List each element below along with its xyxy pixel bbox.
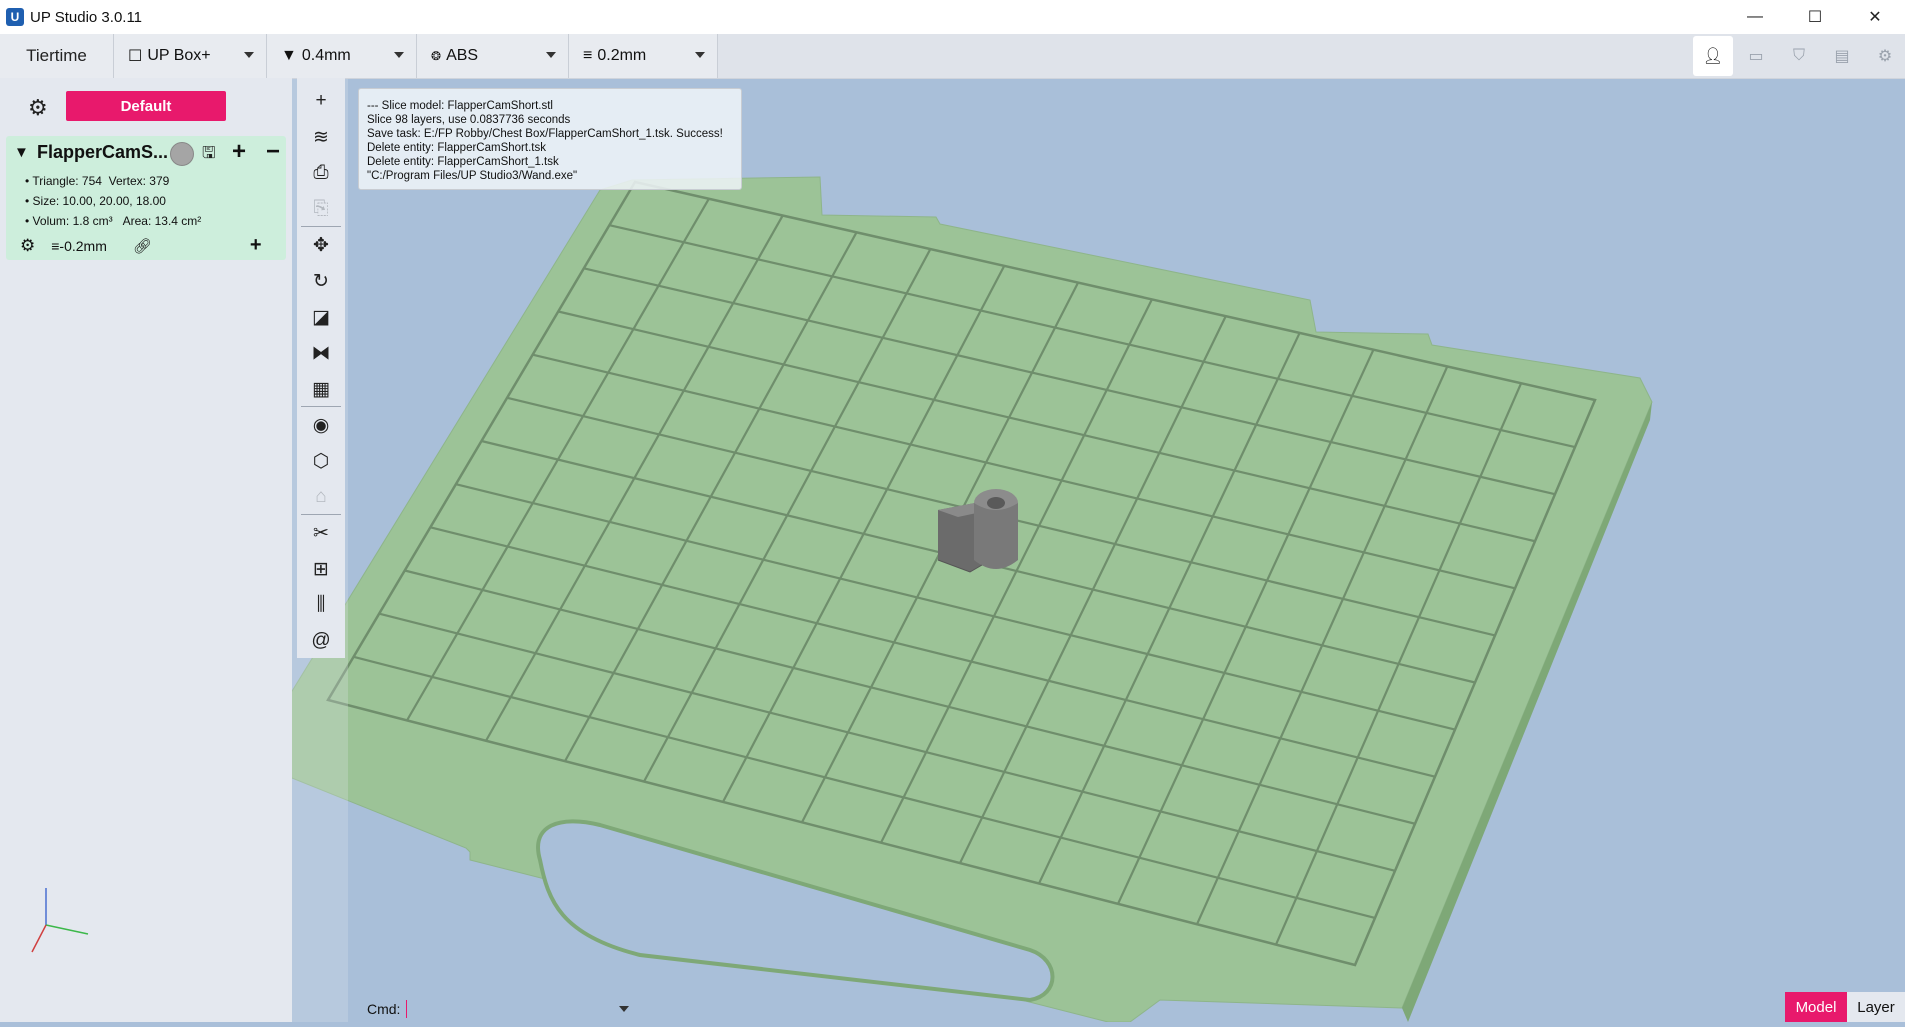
mirror-icon[interactable]: ⧓ [297,336,345,370]
top-toolbar: Tiertime ☐ UP Box+ ▼ 0.4mm ❂ ABS ≡ 0.2mm… [0,34,1905,79]
model-card[interactable]: ▼ FlapperCamS... 🖫︎ + − • Triangle: 754 … [6,136,286,260]
view-icon[interactable]: ◉ [297,408,345,442]
log-panel: --- Slice model: FlapperCamShort.stl Slic… [358,88,742,190]
toolbar-divider [301,226,341,227]
preview-icon[interactable]: ⎙ [297,156,345,190]
printer-icon: ☐ [128,48,143,65]
gear-icon[interactable]: ⚙ [28,95,48,121]
log-line: Delete entity: FlapperCamShort.tsk [367,142,546,154]
layer-select[interactable]: ≡ 0.2mm [568,34,718,78]
raft-icon[interactable]: ⫼ [297,588,345,622]
chevron-down-icon [695,52,705,58]
move-icon[interactable]: ✥ [297,228,345,262]
model-area: Area: 13.4 cm² [122,214,202,228]
maximize-button[interactable]: ☐ [1785,0,1845,34]
cube-icon[interactable]: ⬡ [297,444,345,478]
document-icon[interactable]: ▤ [1822,36,1862,76]
model-size-line: • Size: 10.00, 20.00, 18.00 [25,194,166,208]
log-line: Slice 98 layers, use 0.0837736 seconds [367,114,571,126]
model-name: FlapperCamS... [37,142,169,162]
side-toolbar: + ≋ ⎙ ⎘ ✥ ↻ ◪ ⧓ ▦ ◉ ⬡ ⌂ ✂ ⊞ ⫼ @ [297,78,345,658]
add-setting-icon[interactable]: + [250,234,262,257]
cmd-input[interactable] [406,1000,617,1018]
model-size: Size: 10.00, 20.00, 18.00 [32,194,166,208]
material-icon: ❂ [431,49,442,63]
close-button[interactable]: ✕ [1845,0,1905,34]
app-logo-icon: U [6,8,24,26]
bullet: • [25,194,33,208]
model-stats-line: • Triangle: 754 Vertex: 379 [25,174,169,188]
scale-icon[interactable]: ◪ [297,300,345,334]
chevron-down-icon [394,52,404,58]
window-controls: — ☐ ✕ [1725,0,1905,34]
model-volume: Volum: 1.8 cm³ [32,214,113,228]
add-icon[interactable]: + [232,138,246,166]
view-tabs: Model Layer [1785,992,1905,1022]
save-icon[interactable]: 🖫︎ [202,142,216,169]
window-title: UP Studio 3.0.11 [30,8,143,26]
layers-icon[interactable]: ≋ [297,120,345,154]
brand-menu[interactable]: Tiertime [0,34,113,78]
arrange-icon[interactable]: ⊞ [297,552,345,586]
cmd-label: Cmd: [367,1001,401,1017]
minimize-button[interactable]: — [1725,0,1785,34]
shirt-icon[interactable]: ⛉ [1779,36,1819,76]
tab-layer[interactable]: Layer [1847,992,1905,1022]
log-line: "C:/Program Files/UP Studio3/Wand.exe" [367,170,578,182]
model-settings-row: ⚙ ≡-0.2mm 🔗︎ + [20,234,262,257]
toolbar-right-icons: 👤︎ ▭ ⛉ ▤ ⚙ [1690,34,1905,78]
model-settings-icon[interactable]: ⚙ [20,236,35,256]
rotate-icon[interactable]: ↻ [297,264,345,298]
model-layer-setting[interactable]: ≡-0.2mm [51,238,107,254]
triangle-count: Triangle: 754 [32,174,102,188]
toolbar-divider [301,406,341,407]
nozzle-icon: ▼ [281,47,297,64]
model-color-swatch[interactable] [170,142,194,166]
printer-icon[interactable]: ▭ [1736,36,1776,76]
tab-model[interactable]: Model [1785,992,1847,1022]
support-icon[interactable]: ⌂ [297,480,345,514]
axis-gizmo [31,888,89,953]
repair-icon[interactable]: ✂ [297,516,345,550]
chevron-down-icon [244,52,254,58]
settings-icon[interactable]: ⚙ [1865,36,1905,76]
layer-icon: ≡ [583,47,593,64]
printer-select[interactable]: ☐ UP Box+ [113,34,266,78]
place-icon[interactable]: ▦ [297,372,345,406]
add-icon[interactable]: + [297,84,345,118]
material-value: ABS [446,47,479,64]
title-bar: U UP Studio 3.0.11 — ☐ ✕ [0,0,1905,34]
remove-icon[interactable]: − [266,138,280,166]
material-select[interactable]: ❂ ABS [416,34,568,78]
toolbar-divider [301,514,341,515]
bullet: • [25,214,33,228]
layer-value: 0.2mm [597,47,647,64]
print-icon[interactable]: ⎘ [297,192,345,226]
user-icon[interactable]: 👤︎ [1693,36,1733,76]
log-line: Delete entity: FlapperCamShort_1.tsk [367,156,559,168]
model-volume-line: • Volum: 1.8 cm³ Area: 13.4 cm² [25,214,201,228]
link-icon[interactable]: 🔗︎ [133,237,152,255]
default-profile-button[interactable]: Default [66,91,226,121]
log-line: --- Slice model: FlapperCamShort.stl [367,100,553,112]
nozzle-value: 0.4mm [301,47,351,64]
nozzle-select[interactable]: ▼ 0.4mm [266,34,416,78]
command-bar: Cmd: [367,1000,630,1018]
log-line: Save task: E:/FP Robby/Chest Box/Flapper… [367,128,723,140]
printer-value: UP Box+ [147,47,211,64]
vertex-count: Vertex: 379 [108,174,170,188]
chevron-down-icon[interactable] [619,1006,630,1012]
calibrate-icon[interactable]: @ [297,624,345,658]
chevron-down-icon [546,52,556,58]
expand-triangle-icon[interactable]: ▼ [14,144,29,161]
